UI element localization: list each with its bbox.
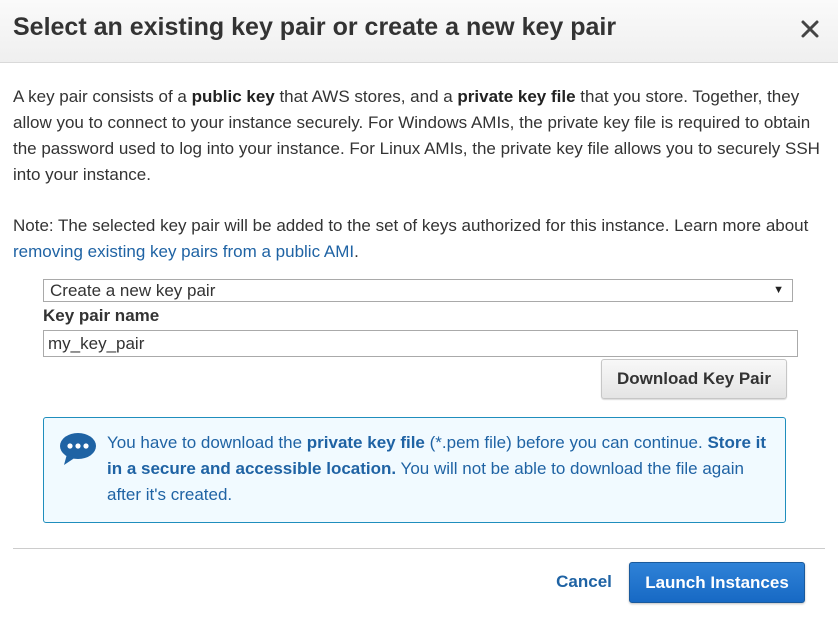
key-pair-name-input[interactable] (43, 330, 798, 357)
intro-text-1: A key pair consists of a (13, 87, 192, 106)
download-key-pair-button[interactable]: Download Key Pair (601, 359, 787, 399)
info-alert: You have to download the private key fil… (43, 417, 786, 523)
intro-bold-private-key-file: private key file (457, 87, 576, 106)
info-message: You have to download the private key fil… (107, 430, 777, 508)
footer-divider (13, 548, 825, 549)
key-pair-select-value: Create a new key pair (50, 281, 216, 300)
note-suffix: . (354, 242, 359, 261)
dialog-title: Select an existing key pair or create a … (13, 13, 617, 41)
note-paragraph: Note: The selected key pair will be adde… (13, 213, 825, 265)
info-text-1: You have to download the (107, 433, 307, 452)
note-text: Note: The selected key pair will be adde… (13, 216, 809, 235)
info-text-2: (*.pem file) before you can continue. (424, 433, 708, 452)
dialog-header: Select an existing key pair or create a … (0, 0, 838, 63)
key-pair-name-label: Key pair name (43, 306, 160, 325)
launch-instances-button[interactable]: Launch Instances (629, 562, 805, 603)
intro-paragraph: A key pair consists of a public key that… (13, 84, 825, 188)
key-pair-select[interactable]: Create a new key pair ▼ (43, 279, 793, 302)
intro-text-2: that AWS stores, and a (274, 87, 458, 106)
intro-bold-public-key: public key (191, 87, 275, 106)
chevron-down-icon: ▼ (773, 284, 784, 296)
info-bold-private-key-file: private key file (306, 433, 425, 452)
speech-bubble-icon (59, 432, 97, 466)
remove-key-pairs-link[interactable]: removing existing key pairs from a publi… (13, 242, 354, 261)
key-pair-dialog: Select an existing key pair or create a … (0, 0, 838, 619)
close-icon[interactable] (797, 14, 823, 44)
cancel-button[interactable]: Cancel (544, 566, 624, 598)
